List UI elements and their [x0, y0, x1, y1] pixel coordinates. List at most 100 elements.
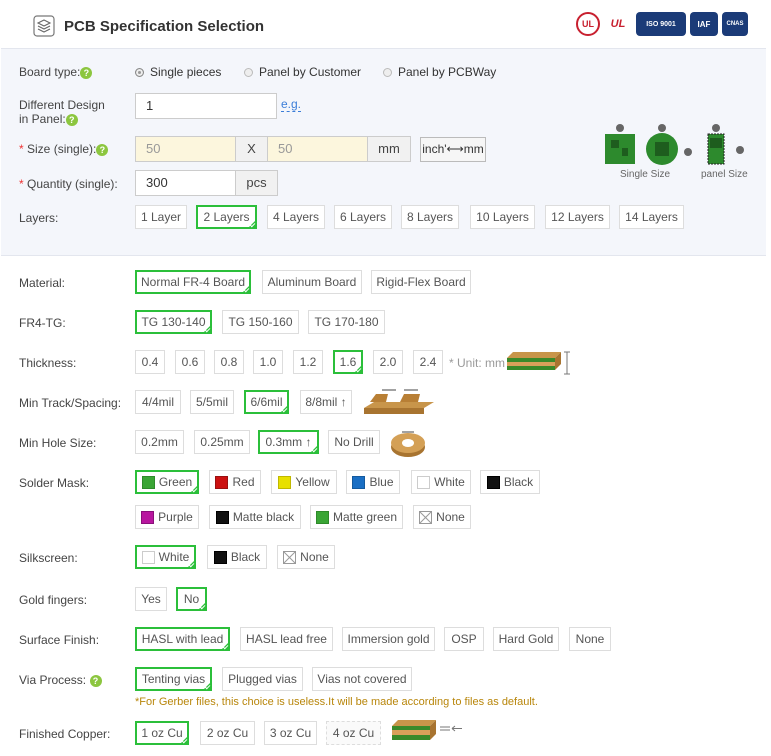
material-option-selected[interactable]: Normal FR-4 Board [135, 270, 251, 294]
tg-option[interactable]: TG 170-180 [308, 310, 385, 334]
solder-option-matte-green[interactable]: Matte green [310, 505, 403, 529]
gold-fingers-label: Gold fingers: [19, 593, 88, 607]
cnas-logo: CNAS [722, 12, 748, 36]
none-swatch-icon [283, 551, 297, 565]
tg-option[interactable]: TG 150-160 [222, 310, 299, 334]
layer-option[interactable]: 14 Layers [619, 205, 684, 229]
solder-option-white[interactable]: White [411, 470, 471, 494]
different-design-input[interactable]: 1 [135, 93, 277, 119]
tg-option-selected[interactable]: TG 130-140 [135, 310, 212, 334]
hole-option[interactable]: 0.2mm [135, 430, 184, 454]
thickness-option[interactable]: 0.6 [175, 350, 205, 374]
layer-option[interactable]: 6 Layers [334, 205, 392, 229]
via-option[interactable]: Vias not covered [312, 667, 412, 691]
layers-label: Layers: [19, 211, 59, 225]
gold-option-selected[interactable]: No [176, 587, 207, 611]
black-swatch [486, 476, 500, 490]
track-spacing-icon [364, 389, 434, 414]
copper-option-selected[interactable]: 1 oz Cu [135, 721, 189, 745]
thickness-option[interactable]: 0.8 [214, 350, 244, 374]
hole-option[interactable]: 0.25mm [194, 430, 250, 454]
solder-option-yellow[interactable]: Yellow [271, 470, 337, 494]
quantity-input[interactable]: 300 [135, 170, 236, 196]
solder-option-red[interactable]: Red [209, 470, 261, 494]
radio-dot[interactable] [135, 67, 144, 77]
gold-option[interactable]: Yes [135, 587, 167, 611]
min-hole-label: Min Hole Size: [19, 436, 97, 450]
solder-option-matte-black[interactable]: Matte black [209, 505, 301, 529]
surface-option[interactable]: Hard Gold [493, 627, 559, 651]
help-icon[interactable]: ? [96, 143, 109, 156]
radio-label: Panel by Customer [259, 65, 362, 79]
copper-option[interactable]: 2 oz Cu [200, 721, 255, 745]
thickness-option[interactable]: 1.2 [293, 350, 323, 374]
none-swatch-icon [419, 511, 433, 525]
green-swatch [141, 476, 155, 490]
help-icon[interactable]: ? [65, 113, 78, 126]
help-icon[interactable]: ? [80, 66, 93, 79]
thickness-option[interactable]: 2.0 [373, 350, 403, 374]
drill-hole-icon [391, 431, 425, 457]
surface-option[interactable]: HASL lead free [240, 627, 333, 651]
finished-copper-label: Finished Copper: [19, 727, 111, 741]
track-option[interactable]: 4/4mil [135, 390, 181, 414]
example-link[interactable]: e.g. [281, 98, 302, 112]
size-separator: X [235, 136, 268, 162]
copper-option[interactable]: 4 oz Cu [326, 721, 381, 745]
layer-option[interactable]: 12 Layers [545, 205, 610, 229]
thickness-option[interactable]: 2.4 [413, 350, 443, 374]
size-width-input[interactable]: 50 [135, 136, 236, 162]
size-label: * Size (single):? [19, 142, 109, 156]
layer-option[interactable]: 1 Layer [135, 205, 187, 229]
surface-option[interactable]: OSP [444, 627, 484, 651]
copper-layer-icon [392, 720, 462, 740]
via-option-selected[interactable]: Tenting vias [135, 667, 212, 691]
solder-option-green[interactable]: Green [135, 470, 199, 494]
surface-option[interactable]: None [569, 627, 611, 651]
copper-option[interactable]: 3 oz Cu [264, 721, 317, 745]
track-option[interactable]: 5/5mil [190, 390, 234, 414]
layer-option[interactable]: 10 Layers [470, 205, 535, 229]
size-height-input[interactable]: 50 [267, 136, 368, 162]
silkscreen-option-black[interactable]: Black [207, 545, 267, 569]
quantity-unit: pcs [235, 170, 278, 196]
unit-toggle-button[interactable]: inch'⟷mm [420, 137, 486, 162]
white-swatch [417, 476, 431, 490]
silkscreen-option-none[interactable]: None [277, 545, 335, 569]
surface-option[interactable]: Immersion gold [342, 627, 435, 651]
silkscreen-label: Silkscreen: [19, 551, 78, 565]
solder-option-black[interactable]: Black [480, 470, 540, 494]
certification-logos: UL UL ISO 9001 IAF CNAS [576, 11, 748, 37]
hole-option-selected[interactable]: 0.3mm ↑ [258, 430, 319, 454]
different-design-label: Different Design in Panel:? [19, 98, 105, 126]
black-swatch [213, 551, 227, 565]
via-option[interactable]: Plugged vias [222, 667, 303, 691]
material-option[interactable]: Rigid-Flex Board [371, 270, 471, 294]
help-icon[interactable]: ? [89, 674, 102, 687]
thickness-option[interactable]: 1.0 [253, 350, 283, 374]
header: PCB Specification Selection UL UL ISO 90… [0, 0, 771, 50]
size-unit: mm [367, 136, 411, 162]
page-title: PCB Specification Selection [64, 18, 265, 35]
layer-option-selected[interactable]: 2 Layers [196, 205, 257, 229]
layer-option[interactable]: 8 Layers [401, 205, 459, 229]
thickness-option-selected[interactable]: 1.6 [333, 350, 363, 374]
radio-dot[interactable] [383, 67, 392, 77]
radio-dot[interactable] [244, 67, 253, 77]
solder-option-blue[interactable]: Blue [346, 470, 400, 494]
surface-option-selected[interactable]: HASL with lead [135, 627, 230, 651]
board-type-panel-customer[interactable]: Panel by Customer [244, 65, 361, 79]
silkscreen-option-white[interactable]: White [135, 545, 196, 569]
material-option[interactable]: Aluminum Board [262, 270, 362, 294]
board-type-single[interactable]: Single pieces [135, 65, 221, 79]
track-option-selected[interactable]: 6/6mil [244, 390, 289, 414]
layer-option[interactable]: 4 Layers [267, 205, 325, 229]
iaf-logo: IAF [690, 12, 718, 36]
board-type-panel-pcbway[interactable]: Panel by PCBWay [383, 65, 496, 79]
thickness-option[interactable]: 0.4 [135, 350, 165, 374]
hole-option[interactable]: No Drill [328, 430, 380, 454]
track-option[interactable]: 8/8mil ↑ [300, 390, 352, 414]
solder-option-purple[interactable]: Purple [135, 505, 199, 529]
solder-option-none[interactable]: None [413, 505, 471, 529]
board-thickness-icon [507, 351, 570, 375]
